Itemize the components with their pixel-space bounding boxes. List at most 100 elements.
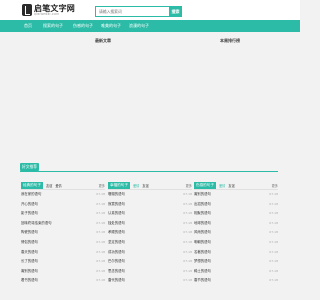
article-date: 07-18 — [183, 230, 192, 235]
article-date: 07-18 — [96, 278, 105, 283]
article-title[interactable]: 相聚的语句 — [194, 211, 211, 215]
column-tab[interactable]: 友谊 — [142, 183, 148, 188]
list-item[interactable]: 我在家的语句 07-18 — [21, 190, 105, 200]
list-item[interactable]: 珊瑚的语句 07-18 — [108, 190, 192, 200]
article-date: 07-18 — [269, 239, 278, 244]
list-item[interactable]: 名著的语句 07-18 — [194, 248, 278, 258]
nav-beautiful-sentences[interactable]: 唯美的句子 — [101, 20, 121, 32]
list-item[interactable]: 唐代的语句 07-18 — [108, 276, 192, 286]
nav-sad-sentences[interactable]: 伤感的句子 — [73, 20, 93, 32]
article-title[interactable]: 春天的语句 — [21, 250, 38, 254]
article-title[interactable]: 明朝的语句 — [194, 240, 211, 244]
list-item[interactable]: 成功的语句 07-18 — [108, 248, 192, 258]
list-item[interactable]: 独处的语句 07-18 — [108, 219, 192, 229]
column-tab[interactable]: 爱情 — [219, 183, 225, 188]
list-item[interactable]: 春节的语句 07-18 — [194, 276, 278, 286]
article-title[interactable]: 出招的语句 — [194, 202, 211, 206]
list-item[interactable]: 认真的语句 07-18 — [108, 209, 192, 219]
article-title[interactable]: 陶瓷的语句 — [21, 230, 38, 234]
nav-search-sentences[interactable]: 搜索的句子 — [43, 20, 63, 32]
logo-title: 启笔文字网 — [34, 4, 75, 13]
article-date: 07-18 — [96, 220, 105, 225]
article-title[interactable]: 唐代的语句 — [108, 278, 125, 282]
article-title[interactable]: 梦想的语句 — [194, 259, 211, 263]
article-date: 07-18 — [96, 192, 105, 196]
list-item[interactable]: 风雨的语句 07-18 — [194, 228, 278, 238]
article-title[interactable]: 思念的语句 — [108, 269, 125, 273]
article-date: 07-18 — [183, 239, 192, 244]
search-bar: 搜索 — [95, 6, 182, 17]
more-link[interactable]: 更多 — [272, 183, 278, 188]
article-title[interactable]: 孝顺的语句 — [108, 230, 125, 234]
article-title[interactable]: 坚定的语句 — [108, 240, 125, 244]
column-header: 经典的句子 友谊 爱情 更多 — [21, 181, 105, 190]
article-title[interactable]: 开心的语句 — [21, 202, 38, 206]
article-title[interactable]: 离别的语句 — [21, 269, 38, 273]
article-date: 07-18 — [269, 278, 278, 283]
list-item[interactable]: 梦想的语句 07-18 — [194, 257, 278, 267]
article-title[interactable]: 回味终将结束的语句 — [21, 221, 52, 225]
more-link[interactable]: 更多 — [186, 183, 192, 188]
list-item[interactable]: 巴尔的语句 07-18 — [108, 257, 192, 267]
list-item[interactable]: 相聚的语句 07-18 — [194, 209, 278, 219]
list-item[interactable]: 情侣的语句 07-18 — [21, 238, 105, 248]
site-logo[interactable]: 启笔文字网 QIBIWENZI.COM — [22, 3, 75, 17]
list-item[interactable]: 寂寞的语句 07-18 — [108, 200, 192, 210]
list-item[interactable]: 影子的语句 07-18 — [21, 209, 105, 219]
article-column: 经典的句子 友谊 爱情 更多 我在家的语句 07-18 开心的语句 07-18 影子的语句 07-… — [21, 181, 105, 286]
article-title[interactable]: 独处的语句 — [108, 221, 125, 225]
article-date: 07-18 — [183, 278, 192, 283]
article-title[interactable]: 成功的语句 — [108, 250, 125, 254]
list-item[interactable]: 孝顺的语句 07-18 — [108, 228, 192, 238]
list-item[interactable]: 思念的语句 07-18 — [108, 267, 192, 277]
article-title[interactable]: 影子的语句 — [21, 211, 38, 215]
column-header: 伤感的句子 爱情 友谊 更多 — [194, 181, 278, 190]
article-title[interactable]: 看书的语句 — [21, 278, 38, 282]
list-item[interactable]: 春天的语句 07-18 — [21, 248, 105, 258]
article-column: 幸福的句子 爱情 友谊 更多 珊瑚的语句 07-18 寂寞的语句 07-18 认真的语句 07-1… — [108, 181, 192, 286]
column-tab[interactable]: 友谊 — [46, 183, 52, 188]
list-item[interactable]: 地球的语句 07-18 — [194, 219, 278, 229]
article-title[interactable]: 巴尔的语句 — [108, 259, 125, 263]
article-title[interactable]: 长了的语句 — [21, 259, 38, 263]
article-title[interactable]: 我在家的语句 — [21, 192, 41, 196]
article-title[interactable]: 名著的语句 — [194, 250, 211, 254]
article-date: 07-18 — [183, 192, 192, 196]
list-item[interactable]: 长了的语句 07-18 — [21, 257, 105, 267]
article-date: 07-18 — [269, 230, 278, 235]
column-title[interactable]: 伤感的句子 — [194, 181, 216, 189]
article-title[interactable]: 风雨的语句 — [194, 230, 211, 234]
list-item[interactable]: 离别的语句 07-18 — [194, 190, 278, 200]
article-title[interactable]: 情侣的语句 — [21, 240, 38, 244]
article-title[interactable]: 春节的语句 — [194, 278, 211, 282]
main-nav: 首页 搜索的句子 伤感的句子 唯美的句子 浪漫的句子 — [0, 20, 300, 32]
article-date: 07-18 — [269, 201, 278, 206]
list-item[interactable]: 坚定的语句 07-18 — [108, 238, 192, 248]
list-item[interactable]: 回味终将结束的语句 07-18 — [21, 219, 105, 229]
article-title[interactable]: 认真的语句 — [108, 211, 125, 215]
article-title[interactable]: 寂寞的语句 — [108, 202, 125, 206]
nav-romantic-sentences[interactable]: 浪漫的句子 — [129, 20, 149, 32]
list-item[interactable]: 稀土的语句 07-18 — [194, 267, 278, 277]
more-link[interactable]: 更多 — [99, 183, 105, 188]
list-item[interactable]: 明朝的语句 07-18 — [194, 238, 278, 248]
article-title[interactable]: 地球的语句 — [194, 221, 211, 225]
list-item[interactable]: 离别的语句 07-18 — [21, 267, 105, 277]
column-title[interactable]: 幸福的句子 — [108, 181, 130, 189]
column-tab[interactable]: 爱情 — [133, 183, 139, 188]
section-divider — [20, 171, 278, 172]
column-tab[interactable]: 友谊 — [228, 183, 234, 188]
column-title[interactable]: 经典的句子 — [21, 181, 43, 189]
article-title[interactable]: 稀土的语句 — [194, 269, 211, 273]
search-input[interactable] — [95, 6, 169, 17]
article-title[interactable]: 珊瑚的语句 — [108, 192, 125, 196]
article-title[interactable]: 离别的语句 — [194, 192, 211, 196]
search-button[interactable]: 搜索 — [169, 6, 182, 17]
list-item[interactable]: 陶瓷的语句 07-18 — [21, 228, 105, 238]
column-tab[interactable]: 爱情 — [55, 183, 61, 188]
list-item[interactable]: 开心的语句 07-18 — [21, 200, 105, 210]
list-item[interactable]: 出招的语句 07-18 — [194, 200, 278, 210]
article-date: 07-18 — [96, 201, 105, 206]
nav-home[interactable]: 首页 — [24, 20, 32, 32]
list-item[interactable]: 看书的语句 07-18 — [21, 276, 105, 286]
